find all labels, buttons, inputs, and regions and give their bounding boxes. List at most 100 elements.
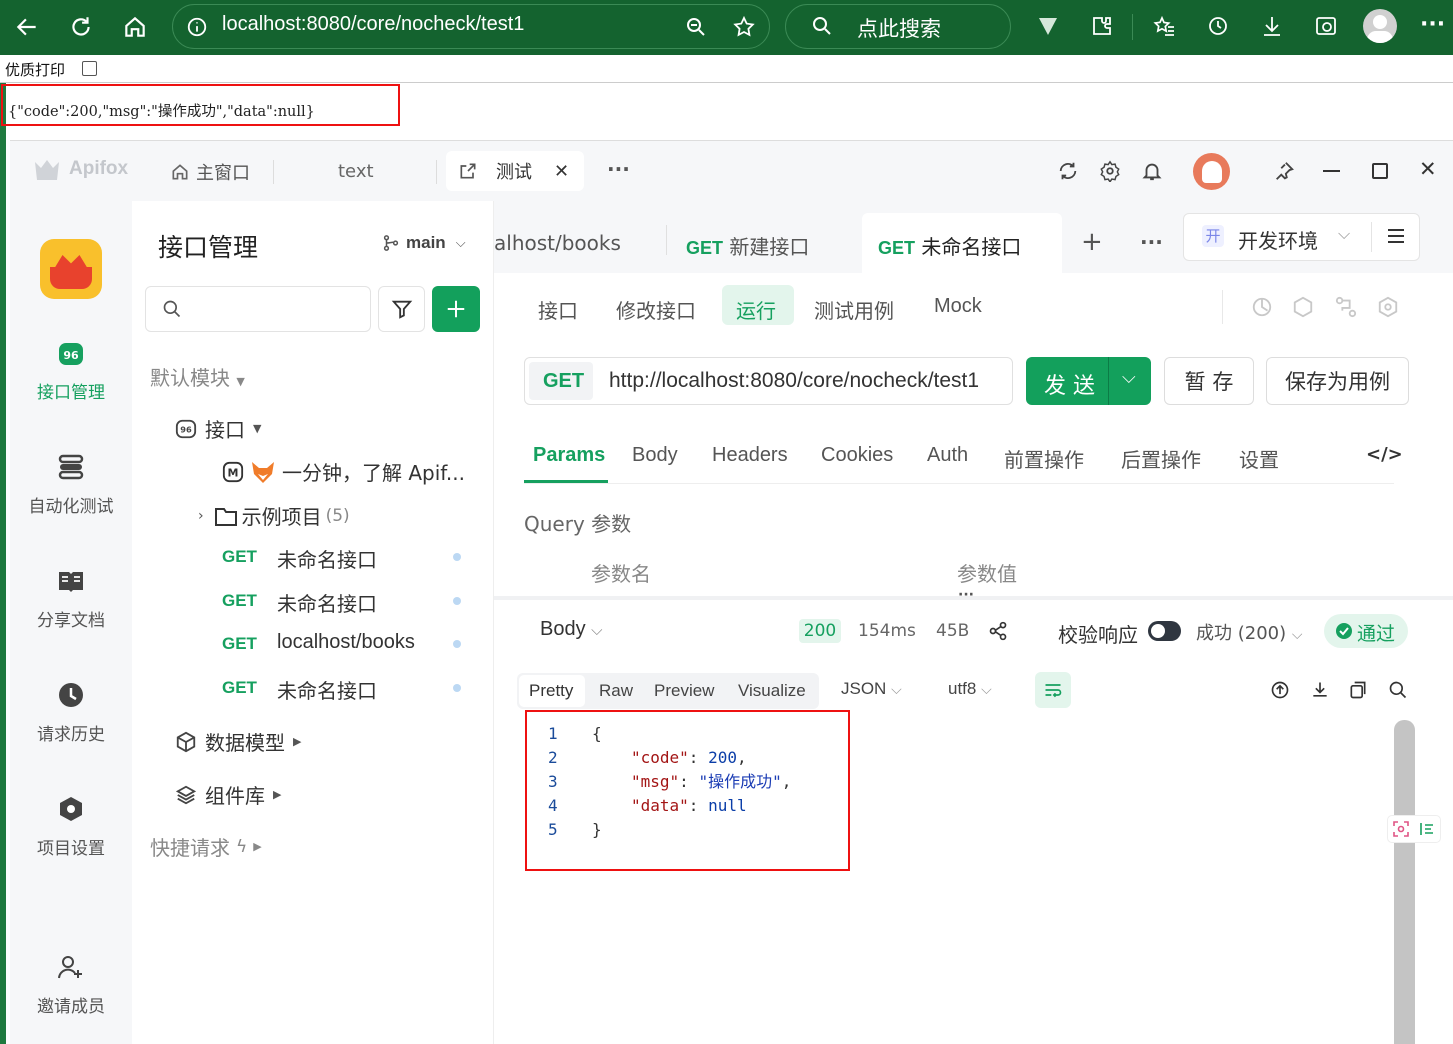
tab-text[interactable]: text xyxy=(338,161,374,182)
filter-button[interactable] xyxy=(378,286,425,332)
outline-icon[interactable] xyxy=(1419,821,1435,837)
response-body-selector[interactable]: Body ⌵ xyxy=(540,618,603,641)
search-label[interactable]: 点此搜索 xyxy=(857,13,941,43)
add-button[interactable] xyxy=(432,286,480,332)
search-input[interactable] xyxy=(145,286,371,332)
nav-request-history[interactable]: 请求历史 xyxy=(10,680,132,745)
tab-params[interactable]: Params xyxy=(533,444,605,467)
intro-doc-item[interactable]: M 一分钟，了解 Apif... xyxy=(222,457,465,486)
list-item[interactable]: GET 未命名接口 xyxy=(222,588,462,616)
nav-api-management[interactable]: 96 接口管理 xyxy=(10,338,132,403)
maximize-icon[interactable] xyxy=(1372,163,1388,179)
subtab-mock[interactable]: Mock xyxy=(934,295,982,318)
search-icon[interactable] xyxy=(1387,679,1409,701)
nav-share-docs[interactable]: 分享文档 xyxy=(10,566,132,631)
nav-project-settings[interactable]: 项目设置 xyxy=(10,794,132,859)
profile-avatar[interactable] xyxy=(1363,9,1397,43)
close-icon[interactable]: ✕ xyxy=(554,161,569,182)
method-selector[interactable]: GET xyxy=(543,370,584,393)
url-input[interactable]: http://localhost:8080/core/nocheck/test1 xyxy=(609,369,979,393)
more-tabs-icon[interactable]: ··· xyxy=(607,157,630,181)
tab-pre-processors[interactable]: 前置操作 xyxy=(1004,444,1084,473)
default-module[interactable]: 默认模块 ▼ xyxy=(150,362,245,391)
bell-icon[interactable] xyxy=(1139,158,1165,184)
tab-test[interactable]: 测试 ✕ xyxy=(446,151,584,191)
quick-request-folder[interactable]: 快捷请求 ϟ ▶ xyxy=(150,832,262,861)
code-icon[interactable]: </> xyxy=(1366,444,1403,465)
chevron-down-icon[interactable]: ⌵ xyxy=(1122,367,1136,388)
add-tab-icon[interactable]: + xyxy=(1081,227,1103,257)
subtab-test-cases[interactable]: 测试用例 xyxy=(814,295,894,324)
tab-headers[interactable]: Headers xyxy=(712,444,788,467)
list-item[interactable]: GET 未命名接口 xyxy=(222,675,462,703)
doc-tab[interactable]: alhost/books xyxy=(494,231,621,255)
site-info-icon[interactable] xyxy=(184,14,210,40)
tab-auth[interactable]: Auth xyxy=(927,444,968,467)
hexagon-icon[interactable] xyxy=(1291,295,1315,319)
gear-icon[interactable] xyxy=(1097,158,1123,184)
pin-icon[interactable] xyxy=(1271,158,1297,184)
request-url-bar[interactable]: GET http://localhost:8080/core/nocheck/t… xyxy=(524,357,1013,405)
download-icon[interactable] xyxy=(1309,679,1331,701)
word-wrap-icon[interactable] xyxy=(1035,672,1071,708)
drag-handle-icon[interactable]: ··· xyxy=(958,587,974,603)
url-text[interactable]: localhost:8080/core/nocheck/test1 xyxy=(222,13,524,36)
subtab-run[interactable]: 运行 xyxy=(736,295,776,324)
vpn-icon[interactable] xyxy=(1034,12,1062,40)
save-button[interactable]: 暂 存 xyxy=(1164,357,1254,405)
refresh-icon[interactable] xyxy=(64,10,98,44)
save-as-case-button[interactable]: 保存为用例 xyxy=(1266,357,1409,405)
list-item[interactable]: GET 未命名接口 xyxy=(222,544,462,572)
nav-invite-members[interactable]: 邀请成员 xyxy=(10,952,132,1017)
list-item[interactable]: GET localhost/books xyxy=(222,631,462,657)
view-tab-preview[interactable]: Preview xyxy=(654,681,714,701)
copy-icon[interactable] xyxy=(1347,679,1369,701)
minimize-icon[interactable] xyxy=(1323,170,1340,172)
tab-body[interactable]: Body xyxy=(632,444,678,467)
status-filter[interactable]: 成功 (200) ⌵ xyxy=(1196,619,1302,645)
project-logo[interactable] xyxy=(40,239,102,299)
tab-post-processors[interactable]: 后置操作 xyxy=(1121,444,1201,473)
example-folder[interactable]: › 示例项目 (5) xyxy=(198,501,350,530)
data-models-folder[interactable]: 数据模型 ▶ xyxy=(175,727,301,756)
more-icon[interactable]: ··· xyxy=(1140,230,1163,254)
more-menu-icon[interactable]: ··· xyxy=(1420,12,1445,37)
sync-icon[interactable] xyxy=(1055,158,1081,184)
view-tab-pretty[interactable]: Pretty xyxy=(529,681,573,701)
environment-selector[interactable]: 开 开发环境 ⌵ xyxy=(1183,213,1420,261)
share-icon[interactable] xyxy=(987,620,1009,642)
download-icon[interactable] xyxy=(1258,12,1286,40)
print-checkbox[interactable] xyxy=(82,61,97,76)
view-tab-visualize[interactable]: Visualize xyxy=(738,681,806,701)
scrollbar[interactable] xyxy=(1394,720,1415,1044)
subtab-api[interactable]: 接口 xyxy=(538,295,578,324)
tab-cookies[interactable]: Cookies xyxy=(821,444,893,467)
doc-tab-active[interactable]: GET 未命名接口 xyxy=(862,213,1062,273)
back-icon[interactable] xyxy=(10,10,44,44)
components-folder[interactable]: 组件库 ▶ xyxy=(175,780,281,809)
doc-tab[interactable]: GET 新建接口 xyxy=(686,231,809,260)
avatar[interactable] xyxy=(1193,153,1230,190)
subtab-edit[interactable]: 修改接口 xyxy=(616,295,696,324)
tab-main-window[interactable]: 主窗口 xyxy=(160,155,272,189)
extensions-icon[interactable] xyxy=(1088,12,1116,40)
validate-toggle[interactable] xyxy=(1148,621,1181,641)
upload-icon[interactable] xyxy=(1269,679,1291,701)
encoding-selector[interactable]: utf8 ⌵ xyxy=(948,679,992,699)
favorites-icon[interactable] xyxy=(1150,12,1178,40)
scan-icon[interactable] xyxy=(1393,821,1409,837)
favorite-star-icon[interactable] xyxy=(730,13,758,41)
settings-icon[interactable] xyxy=(1376,295,1400,319)
share-flow-icon[interactable] xyxy=(1334,295,1358,319)
nav-automation-test[interactable]: 自动化测试 xyxy=(10,452,132,517)
timer-icon[interactable] xyxy=(1250,295,1274,319)
tab-settings[interactable]: 设置 xyxy=(1239,444,1279,473)
view-tab-raw[interactable]: Raw xyxy=(599,681,633,701)
send-button[interactable]: 发 送 ⌵ xyxy=(1026,357,1151,405)
ie-mode-icon[interactable] xyxy=(1312,12,1340,40)
api-folder[interactable]: 96 接口 ▼ xyxy=(175,414,261,443)
hamburger-menu-icon[interactable] xyxy=(1387,227,1405,245)
format-selector[interactable]: JSON ⌵ xyxy=(841,679,902,699)
branch-selector[interactable]: main ⌵ xyxy=(382,233,466,253)
home-icon[interactable] xyxy=(118,10,152,44)
